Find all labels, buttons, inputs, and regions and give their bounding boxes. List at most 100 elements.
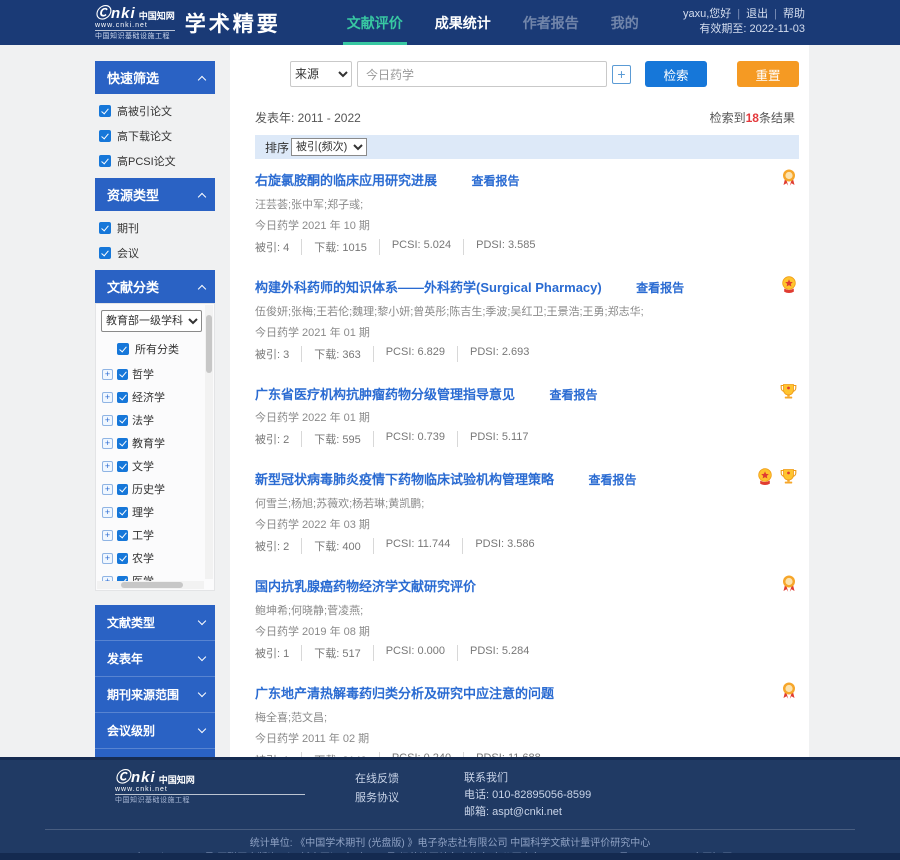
sidebar-section-classification[interactable]: 文献分类 [95, 270, 215, 303]
checkbox-checked[interactable] [117, 507, 128, 518]
result-item: 新型冠状病毒肺炎疫情下药物临床试验机构管理策略 查看报告 何雪兰;杨旭;苏薇欢;… [255, 458, 799, 565]
separator: | [737, 8, 740, 20]
checkbox-checked[interactable] [99, 222, 111, 234]
metric-download: 下载: 517 [301, 645, 360, 661]
sidebar-section-collapsed[interactable]: 会议级别 [95, 713, 215, 749]
view-report-link[interactable]: 查看报告 [471, 174, 519, 188]
trophy-icon [780, 383, 797, 405]
classification-scheme-select[interactable]: 教育部一级学科 [101, 310, 202, 332]
metric-cited: 被引: 2 [255, 538, 289, 554]
category-all-item[interactable]: 所有分类 [117, 341, 200, 357]
result-source: 今日药学 2011 年 02 期 [255, 730, 759, 746]
expand-plus-icon[interactable] [102, 392, 113, 403]
result-title-link[interactable]: 广东省医疗机构抗肿瘤药物分级管理指导意见 [255, 387, 515, 402]
content-wrap: 快速筛选 高被引论文 高下载论文 高PCSI论文 资源类型 期刊 会议 文献分类 [0, 45, 900, 757]
help-link[interactable]: 帮助 [783, 8, 805, 20]
vertical-scrollbar[interactable] [205, 305, 213, 579]
checkbox-checked[interactable] [99, 130, 111, 142]
footer-contact: 联系我们 电话: 010-82895056-8599 邮箱: aspt@cnki… [464, 770, 591, 821]
scrollbar-thumb[interactable] [121, 582, 183, 588]
metric-cited: 被引: 4 [255, 239, 289, 255]
sidebar-section-collapsed[interactable]: 文献类型 [95, 605, 215, 641]
category-item[interactable]: 教育学 [102, 435, 202, 451]
expand-plus-icon[interactable] [102, 484, 113, 495]
checkbox-checked[interactable] [117, 438, 128, 449]
checkbox-checked[interactable] [117, 530, 128, 541]
terms-link[interactable]: 服务协议 [355, 789, 399, 808]
view-report-link[interactable]: 查看报告 [636, 281, 684, 295]
expand-plus-icon[interactable] [102, 369, 113, 380]
checkbox-checked[interactable] [117, 553, 128, 564]
ribbon-medal-icon [781, 575, 797, 597]
search-input[interactable] [357, 61, 607, 87]
category-item[interactable]: 工学 [102, 527, 202, 543]
result-badges [781, 682, 797, 704]
checkbox-checked[interactable] [99, 105, 111, 117]
nav-item[interactable]: 文献评价 [331, 0, 419, 45]
checkbox-checked[interactable] [117, 369, 128, 380]
filter-checkbox-item[interactable]: 会议 [99, 245, 213, 261]
chevron-up-icon [198, 75, 206, 83]
expand-plus-icon[interactable] [102, 461, 113, 472]
metric-pdsi: PDSI: 3.586 [462, 538, 534, 554]
metric-pdsi: PDSI: 2.693 [457, 346, 529, 362]
result-title-link[interactable]: 国内抗乳腺癌药物经济学文献研究评价 [255, 579, 476, 594]
view-report-link[interactable]: 查看报告 [549, 388, 597, 402]
results-meta: 发表年: 2011 - 2022 检索到18条结果 [255, 109, 795, 126]
result-authors: 伍俊妍;张梅;王若伦;魏理;黎小妍;曾英彤;陈吉生;季波;吴红卫;王景浩;王勇;… [255, 303, 759, 319]
cnki-logo-zh: 中国知网 [139, 12, 175, 21]
expand-plus-icon[interactable] [102, 507, 113, 518]
checkbox-checked[interactable] [117, 484, 128, 495]
metric-pdsi: PDSI: 5.117 [457, 431, 529, 447]
category-item[interactable]: 农学 [102, 550, 202, 566]
filter-checkbox-item[interactable]: 高PCSI论文 [99, 153, 213, 169]
checkbox-checked[interactable] [117, 392, 128, 403]
expand-plus-icon[interactable] [102, 415, 113, 426]
result-title-link[interactable]: 新型冠状病毒肺炎疫情下药物临床试验机构管理策略 [255, 472, 554, 487]
view-report-link[interactable]: 查看报告 [588, 473, 636, 487]
result-metrics: 被引: 4下载: 1015PCSI: 5.024PDSI: 3.585 [255, 239, 759, 255]
sidebar-section-resource-type[interactable]: 资源类型 [95, 178, 215, 211]
result-badges [781, 276, 797, 299]
category-item[interactable]: 法学 [102, 412, 202, 428]
scrollbar-thumb[interactable] [206, 315, 212, 373]
filter-checkbox-item[interactable]: 高被引论文 [99, 103, 213, 119]
category-item[interactable]: 文学 [102, 458, 202, 474]
result-source: 今日药学 2019 年 08 期 [255, 623, 759, 639]
checkbox-checked[interactable] [99, 247, 111, 259]
category-item[interactable]: 理学 [102, 504, 202, 520]
filter-checkbox-item[interactable]: 高下载论文 [99, 128, 213, 144]
expand-plus-icon[interactable] [102, 530, 113, 541]
classification-box: 教育部一级学科 所有分类 哲学 经济学 法学 教育学 文学 历史学 [95, 303, 215, 591]
checkbox-checked[interactable] [117, 415, 128, 426]
star-medal-icon [757, 468, 773, 491]
nav-item[interactable]: 成果统计 [419, 0, 507, 45]
sidebar-section-quick-filter[interactable]: 快速筛选 [95, 61, 215, 94]
category-item[interactable]: 哲学 [102, 366, 202, 382]
horizontal-scrollbar[interactable] [97, 581, 204, 589]
add-condition-button[interactable]: + [612, 65, 631, 84]
result-title-link[interactable]: 广东地产清热解毒药归类分析及研究中应注意的问题 [255, 686, 554, 701]
nav-item[interactable]: 作者报告 [507, 0, 595, 45]
search-reset-button[interactable]: 重置 [737, 61, 799, 87]
result-title-link[interactable]: 右旋氯胺酮的临床应用研究进展 [255, 173, 437, 188]
category-item[interactable]: 经济学 [102, 389, 202, 405]
feedback-link[interactable]: 在线反馈 [355, 770, 399, 789]
filter-checkbox-item[interactable]: 期刊 [99, 220, 213, 236]
expand-plus-icon[interactable] [102, 438, 113, 449]
expand-plus-icon[interactable] [102, 553, 113, 564]
checkbox-checked[interactable] [117, 343, 129, 355]
checkbox-checked[interactable] [117, 461, 128, 472]
search-source-select[interactable]: 来源 [290, 61, 352, 87]
nav-item[interactable]: 我的 [595, 0, 655, 45]
result-item: 右旋氯胺酮的临床应用研究进展 查看报告 汪芸荟;张中军;郑子彧; 今日药学 20… [255, 159, 799, 266]
category-item[interactable]: 历史学 [102, 481, 202, 497]
search-button[interactable]: 检索 [645, 61, 707, 87]
main-panel: 来源 + 检索 重置 发表年: 2011 - 2022 检索到18条结果 排序 … [230, 45, 809, 757]
logout-link[interactable]: 退出 [746, 8, 768, 20]
sort-select[interactable]: 被引(频次) [291, 138, 367, 156]
result-title-link[interactable]: 构建外科药师的知识体系——外科药学(Surgical Pharmacy) [255, 280, 602, 295]
sidebar-section-collapsed[interactable]: 期刊来源范围 [95, 677, 215, 713]
sidebar-section-collapsed[interactable]: 发表年 [95, 641, 215, 677]
checkbox-checked[interactable] [99, 155, 111, 167]
